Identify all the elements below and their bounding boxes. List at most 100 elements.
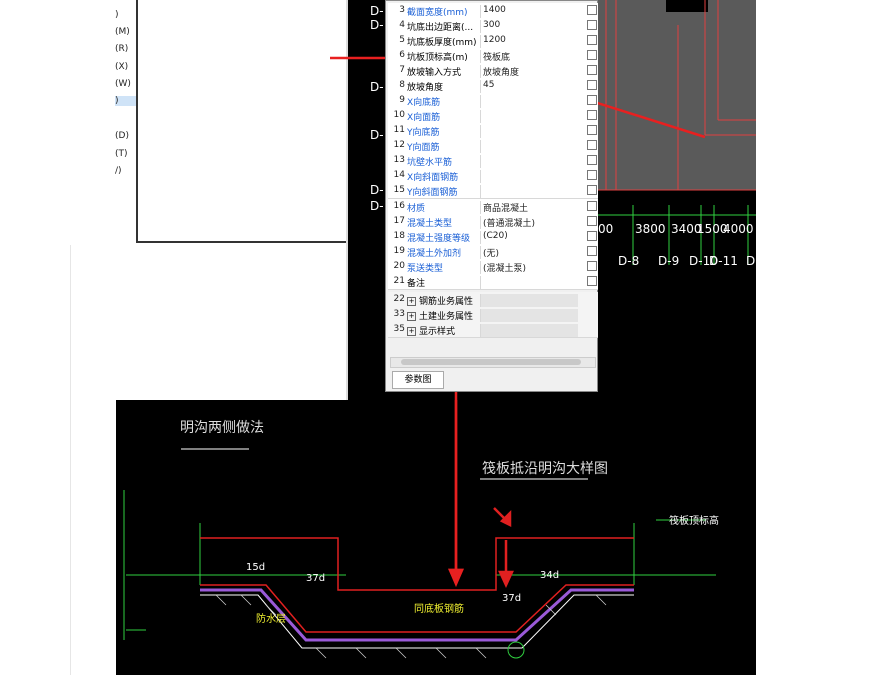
property-row[interactable]: 15 Y向斜面钢筋 [388, 183, 598, 199]
row-number: 7 [399, 65, 405, 75]
expand-icon[interactable]: + [407, 312, 416, 321]
property-row[interactable]: 18 混凝土强度等级 (C20) [388, 229, 598, 245]
property-group[interactable]: 33 + 土建业务属性 [388, 307, 598, 323]
property-value[interactable] [480, 276, 578, 289]
property-value[interactable]: (混凝土泵) [480, 261, 578, 274]
property-name: X向底筋 [407, 98, 441, 108]
label-waterproof: 防水层 [256, 614, 286, 625]
property-row[interactable]: 6 坑板顶标高(m) 筏板底 [388, 48, 598, 64]
menu-strip: ) (M) (R) (X) (W) ) (D) (T) /) [70, 0, 145, 245]
property-row[interactable]: 14 X向斜面钢筋 [388, 168, 598, 184]
property-row[interactable]: 12 Y向面筋 [388, 138, 598, 154]
property-row[interactable]: 13 坑壁水平筋 [388, 153, 598, 169]
row-number: 16 [393, 201, 405, 211]
checkbox[interactable] [587, 5, 597, 15]
property-row[interactable]: 3 截面宽度(mm) 1400 [388, 3, 598, 19]
property-row[interactable]: 10 X向面筋 [388, 108, 598, 124]
property-row[interactable]: 11 Y向底筋 [388, 123, 598, 139]
property-name: 混凝土强度等级 [407, 234, 471, 244]
property-value[interactable]: 商品混凝土 [480, 201, 578, 214]
row-number: 13 [393, 155, 405, 165]
property-name: 坑壁水平筋 [407, 158, 453, 168]
checkbox[interactable] [587, 95, 597, 105]
label-37d: 37d [502, 593, 522, 604]
property-value[interactable] [480, 155, 578, 168]
property-value[interactable]: 筏板底 [480, 50, 578, 63]
checkbox[interactable] [587, 110, 597, 120]
property-row[interactable]: 5 坑底板厚度(mm) 1200 [388, 33, 598, 49]
checkbox[interactable] [587, 261, 597, 271]
expand-icon[interactable]: + [407, 327, 416, 336]
checkbox[interactable] [587, 80, 597, 90]
checkbox[interactable] [587, 201, 597, 211]
checkbox[interactable] [587, 65, 597, 75]
property-value[interactable]: (无) [480, 246, 578, 259]
property-value[interactable]: 45 [480, 80, 578, 93]
row-number: 17 [393, 216, 405, 226]
property-value[interactable]: 1400 [480, 5, 578, 18]
property-name: 泵送类型 [407, 264, 444, 274]
property-value[interactable] [480, 185, 578, 198]
checkbox[interactable] [587, 216, 597, 226]
property-name: 坑板顶标高(m) [407, 53, 468, 63]
property-name: 混凝土外加剂 [407, 249, 462, 259]
property-name: 截面宽度(mm) [407, 8, 468, 18]
axis-label: D-11 [709, 254, 738, 268]
row-number: 11 [393, 125, 405, 135]
row-number: 35 [393, 324, 405, 334]
checkbox[interactable] [587, 185, 597, 195]
property-value[interactable]: 放坡角度 [480, 65, 578, 78]
checkbox[interactable] [587, 140, 597, 150]
property-group[interactable]: 35 + 显示样式 [388, 322, 598, 338]
property-value[interactable] [480, 125, 578, 138]
horizontal-scrollbar[interactable] [390, 357, 596, 368]
checkbox[interactable] [587, 50, 597, 60]
property-row[interactable]: 7 放坡输入方式 放坡角度 [388, 63, 598, 79]
checkbox[interactable] [587, 155, 597, 165]
property-row[interactable]: 17 混凝土类型 (普通混凝土) [388, 214, 598, 230]
row-number: 3 [399, 5, 405, 15]
row-number: 33 [393, 309, 405, 319]
property-value[interactable]: (C20) [480, 231, 578, 244]
property-name: 混凝土类型 [407, 219, 453, 229]
property-name: Y向斜面钢筋 [407, 188, 458, 198]
checkbox[interactable] [587, 246, 597, 256]
row-number: 4 [399, 20, 405, 30]
property-panel[interactable]: 3 截面宽度(mm) 1400 4 坑底出边距离(... 300 5 坑底板厚度(mm) 1… [385, 0, 598, 392]
tab-param-figure[interactable]: 参数图 [392, 371, 444, 389]
scrollbar-thumb[interactable] [401, 359, 581, 365]
property-row[interactable]: 20 泵送类型 (混凝土泵) [388, 259, 598, 275]
property-value[interactable] [480, 140, 578, 153]
checkbox[interactable] [587, 125, 597, 135]
row-number: 9 [399, 95, 405, 105]
property-value[interactable]: 300 [480, 20, 578, 33]
checkbox[interactable] [587, 170, 597, 180]
property-row[interactable]: 8 放坡角度 45 [388, 78, 598, 94]
property-row[interactable]: 9 X向底筋 [388, 93, 598, 109]
dim-label: 3800 [635, 222, 666, 236]
property-row[interactable]: 4 坑底出边距离(... 300 [388, 18, 598, 34]
checkbox[interactable] [587, 35, 597, 45]
checkbox[interactable] [587, 20, 597, 30]
row-number: 18 [393, 231, 405, 241]
property-row[interactable]: 21 备注 [388, 274, 598, 290]
checkbox[interactable] [587, 276, 597, 286]
label-raft-top: 筏板顶标高 [669, 516, 719, 527]
property-row[interactable]: 16 材质 商品混凝土 [388, 199, 598, 215]
property-value[interactable] [480, 110, 578, 123]
property-value[interactable]: (普通混凝土) [480, 216, 578, 229]
property-name: 备注 [407, 279, 426, 289]
property-row[interactable]: 19 混凝土外加剂 (无) [388, 244, 598, 260]
blank-dialog-panel [136, 0, 350, 243]
axis-label: D [746, 254, 756, 268]
cad-detail-view[interactable]: 明沟两侧做法 筏板抵沿明沟大样图 筏板顶标高 防水层 同底板钢筋 37d 37d… [116, 400, 756, 675]
property-value[interactable] [480, 170, 578, 183]
property-value[interactable]: 1200 [480, 35, 578, 48]
row-number: 19 [393, 246, 405, 256]
property-name: 放坡输入方式 [407, 68, 462, 78]
property-value[interactable] [480, 95, 578, 108]
checkbox[interactable] [587, 231, 597, 241]
expand-icon[interactable]: + [407, 297, 416, 306]
property-name: 坑底板厚度(mm) [407, 38, 477, 48]
property-group[interactable]: 22 + 钢筋业务属性 [388, 292, 598, 308]
